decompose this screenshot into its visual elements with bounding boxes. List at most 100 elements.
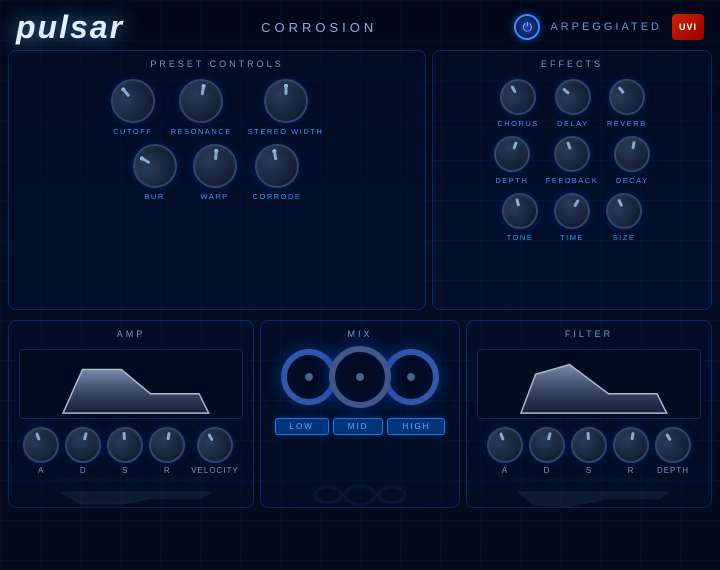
header-right: ARPEGGIATED UVI <box>514 14 704 40</box>
preset-controls-title: PRESET CONTROLS <box>21 59 413 69</box>
depth-label: DEPTH <box>495 176 528 185</box>
feedback-knob[interactable] <box>549 131 595 177</box>
amp-d-knob[interactable] <box>61 423 105 467</box>
amp-envelope-svg <box>20 350 242 418</box>
size-label: SIZE <box>613 233 636 242</box>
reflection-filter-knob-2 <box>543 477 571 484</box>
tone-knob[interactable] <box>498 189 542 233</box>
filter-s-item: S <box>571 427 607 475</box>
reverb-knob[interactable] <box>601 72 652 123</box>
arp-mode-label: ARPEGGIATED <box>550 21 662 33</box>
time-knob-item: TIME <box>554 193 590 242</box>
warp-label: WARP <box>200 192 228 201</box>
stereowidth-label: STEREO WIDTH <box>248 127 324 136</box>
cutoff-knob-item: CUTOFF <box>111 79 155 136</box>
chorus-knob[interactable] <box>493 72 542 121</box>
filter-adsr-row: A D S R Depth <box>477 427 701 475</box>
reverb-label: REVERB <box>607 119 647 128</box>
effects-knobs-row1: CHORUS DELAY REVERB <box>445 79 699 128</box>
amp-r-item: R <box>149 427 185 475</box>
mix-mid-button[interactable]: MID <box>333 418 384 435</box>
decay-label: DECAY <box>616 176 649 185</box>
resonance-label: RESONANCE <box>171 127 232 136</box>
bur-label: BUR <box>144 192 164 201</box>
filter-depth-label: Depth <box>657 466 689 475</box>
time-knob[interactable] <box>547 186 596 235</box>
amp-a-knob[interactable] <box>18 422 64 468</box>
amp-a-item: A <box>23 427 59 475</box>
corrode-label: CORRODE <box>253 192 302 201</box>
stereowidth-knob[interactable] <box>264 79 308 123</box>
stereowidth-knob-item: STEREO WIDTH <box>248 79 324 136</box>
delay-knob-item: DELAY <box>555 79 591 128</box>
reflection-filter <box>466 477 712 512</box>
cutoff-knob[interactable] <box>102 70 164 132</box>
preset-knobs-row2: BUR WARP CORRODE <box>21 144 413 201</box>
time-label: TIME <box>560 233 584 242</box>
mix-high-button[interactable]: HIGH <box>387 418 445 435</box>
filter-r-knob[interactable] <box>610 424 652 466</box>
reflection-amp-env <box>9 491 253 509</box>
amp-velocity-knob[interactable] <box>190 420 239 469</box>
reflection-filter-knob-5 <box>639 477 667 484</box>
filter-a-label: A <box>502 466 508 475</box>
resonance-knob[interactable] <box>176 76 227 127</box>
depth-knob[interactable] <box>489 131 535 177</box>
filter-a-knob[interactable] <box>482 422 528 468</box>
reflection-amp-knobs <box>9 477 253 488</box>
amp-r-knob[interactable] <box>146 424 188 466</box>
corrode-knob-item: CORRODE <box>253 144 302 201</box>
decay-knob[interactable] <box>611 133 653 175</box>
filter-s-label: S <box>586 466 592 475</box>
reverb-knob-item: REVERB <box>607 79 647 128</box>
amp-d-item: D <box>65 427 101 475</box>
filter-d-knob[interactable] <box>525 423 569 467</box>
feedback-knob-item: FEEDBACK <box>546 136 598 185</box>
mix-ring-center[interactable] <box>329 346 391 408</box>
filter-r-label: R <box>628 466 635 475</box>
amp-envelope-display <box>19 349 243 419</box>
warp-knob[interactable] <box>191 142 239 190</box>
reflection-knob-4 <box>149 477 177 484</box>
filter-d-item: D <box>529 427 565 475</box>
reflection-amp <box>8 477 254 512</box>
reflection-filter-knob-1 <box>511 477 539 484</box>
header: pulsar CORROSION ARPEGGIATED UVI <box>0 0 720 50</box>
warp-dot <box>214 149 218 153</box>
delay-knob[interactable] <box>547 72 598 123</box>
mix-low-button[interactable]: LOW <box>275 418 329 435</box>
bur-dot <box>139 156 144 161</box>
mix-ring-right[interactable] <box>383 349 439 405</box>
tone-knob-item: TONE <box>502 193 538 242</box>
mix-circles <box>271 349 449 408</box>
chorus-label: CHORUS <box>497 119 539 128</box>
amp-s-item: S <box>107 427 143 475</box>
chorus-knob-item: CHORUS <box>497 79 539 128</box>
cutoff-label: CUTOFF <box>113 127 152 136</box>
amp-s-knob[interactable] <box>106 425 145 464</box>
filter-r-item: R <box>613 427 649 475</box>
filter-s-knob[interactable] <box>569 425 608 464</box>
amp-r-label: R <box>164 466 171 475</box>
amp-title: AMP <box>19 329 243 339</box>
amp-d-label: D <box>80 466 87 475</box>
reflection-mix <box>260 477 460 512</box>
filter-depth-knob[interactable] <box>648 420 697 469</box>
top-panels-row: PRESET CONTROLS CUTOFF RESONANCE <box>0 50 720 310</box>
reflection-filter-knob-3 <box>575 477 603 484</box>
filter-a-item: A <box>487 427 523 475</box>
corrode-knob[interactable] <box>252 141 303 192</box>
bur-knob[interactable] <box>125 136 185 196</box>
power-button[interactable] <box>514 14 540 40</box>
app-logo: pulsar <box>16 9 124 46</box>
preset-controls-panel: PRESET CONTROLS CUTOFF RESONANCE <box>8 50 426 310</box>
reflection-circle-2 <box>343 485 377 505</box>
reflection-filter-svg <box>467 491 711 509</box>
filter-title: FILTER <box>477 329 701 339</box>
size-knob[interactable] <box>600 187 648 235</box>
size-knob-item: SIZE <box>606 193 642 242</box>
reflection-circle-3 <box>377 486 407 504</box>
filter-envelope-display <box>477 349 701 419</box>
tone-label: TONE <box>507 233 534 242</box>
effects-panel: EFFECTS CHORUS DELAY REVERB <box>432 50 712 310</box>
